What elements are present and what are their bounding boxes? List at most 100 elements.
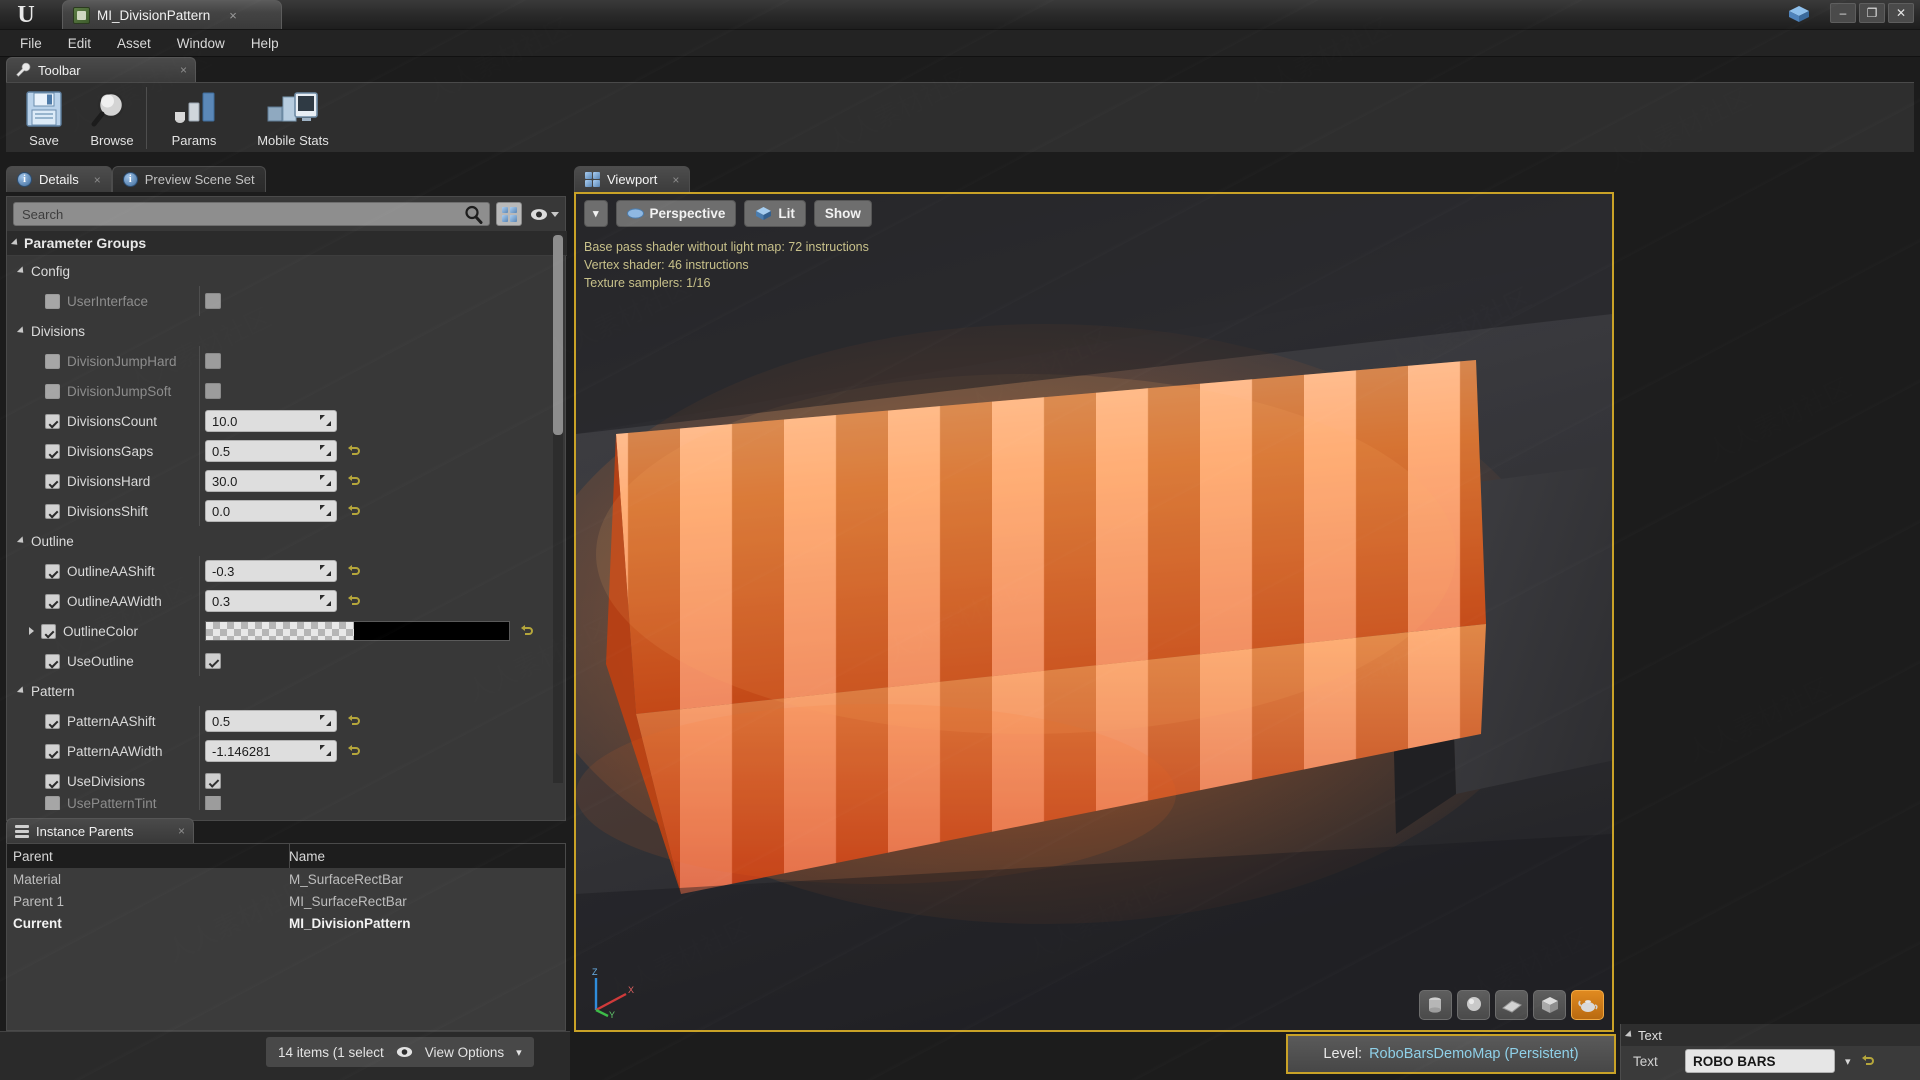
param-row-userinterface[interactable]: UserInterface <box>7 286 567 316</box>
teapot-preview-button[interactable] <box>1571 990 1604 1020</box>
param-value-checkbox[interactable] <box>205 796 221 810</box>
param-number-input[interactable]: 10.0 <box>205 410 337 432</box>
close-icon[interactable]: × <box>180 63 187 77</box>
browse-button[interactable]: Browse <box>78 83 146 151</box>
param-enable-checkbox[interactable] <box>45 594 60 609</box>
drag-handle-icon[interactable] <box>320 565 331 576</box>
param-row-divisionsshift[interactable]: DivisionsShift 0.0 <box>7 496 567 526</box>
plane-preview-button[interactable] <box>1495 990 1528 1020</box>
text-group-header[interactable]: Text <box>1621 1024 1920 1046</box>
params-button[interactable]: Params <box>154 83 234 151</box>
revert-icon[interactable] <box>347 474 360 488</box>
table-row[interactable]: Material M_SurfaceRectBar <box>7 868 565 890</box>
color-swatch[interactable] <box>205 621 510 641</box>
param-enable-checkbox[interactable] <box>45 474 60 489</box>
parameter-groups-header[interactable]: Parameter Groups <box>7 231 567 256</box>
drag-handle-icon[interactable] <box>320 445 331 456</box>
view-options-button[interactable] <box>528 208 561 221</box>
param-enable-checkbox[interactable] <box>45 384 60 399</box>
text-combo-input[interactable]: ROBO BARS <box>1685 1049 1835 1073</box>
viewport-options-menu-button[interactable]: ▾ <box>584 200 608 227</box>
revert-icon[interactable] <box>520 624 533 638</box>
param-row-outlineaashift[interactable]: OutlineAAShift -0.3 <box>7 556 567 586</box>
shading-mode-lit-button[interactable]: Lit <box>744 200 806 227</box>
param-row-outlineaawidth[interactable]: OutlineAAWidth 0.3 <box>7 586 567 616</box>
search-input[interactable]: Search <box>13 202 490 226</box>
sphere-preview-button[interactable] <box>1457 990 1490 1020</box>
param-row-divisionshard[interactable]: DivisionsHard 30.0 <box>7 466 567 496</box>
minimize-button[interactable]: – <box>1830 3 1856 23</box>
menu-item-asset[interactable]: Asset <box>105 32 163 55</box>
group-header-outline[interactable]: Outline <box>7 526 567 556</box>
param-number-input[interactable]: -0.3 <box>205 560 337 582</box>
param-number-input[interactable]: 0.5 <box>205 710 337 732</box>
menu-item-help[interactable]: Help <box>239 32 291 55</box>
tab-preview-scene-settings[interactable]: i Preview Scene Set <box>112 166 266 192</box>
param-enable-checkbox[interactable] <box>45 354 60 369</box>
param-number-input[interactable]: 0.3 <box>205 590 337 612</box>
chevron-down-icon[interactable]: ▾ <box>1845 1055 1851 1068</box>
param-row-divisionscount[interactable]: DivisionsCount 10.0 <box>7 406 567 436</box>
close-icon[interactable]: × <box>672 173 679 187</box>
chevron-down-icon[interactable]: ▾ <box>516 1046 522 1059</box>
param-enable-checkbox[interactable] <box>45 796 60 810</box>
text-property-row[interactable]: Text ROBO BARS ▾ <box>1621 1046 1920 1076</box>
revert-icon[interactable] <box>347 444 360 458</box>
revert-icon[interactable] <box>347 714 360 728</box>
table-row[interactable]: Current MI_DivisionPattern <box>7 912 565 934</box>
instance-parents-tab[interactable]: Instance Parents × <box>6 818 194 843</box>
menu-item-edit[interactable]: Edit <box>56 32 103 55</box>
close-button[interactable]: ✕ <box>1888 3 1914 23</box>
param-row-usepatterntint[interactable]: UsePatternTint <box>7 796 567 810</box>
group-header-divisions[interactable]: Divisions <box>7 316 567 346</box>
param-number-input[interactable]: 30.0 <box>205 470 337 492</box>
param-row-divisionsgaps[interactable]: DivisionsGaps 0.5 <box>7 436 567 466</box>
mobile-stats-button[interactable]: Mobile Stats <box>234 83 352 151</box>
close-icon[interactable]: × <box>229 8 237 23</box>
close-icon[interactable]: × <box>178 824 185 838</box>
drag-handle-icon[interactable] <box>320 715 331 726</box>
param-enable-checkbox[interactable] <box>45 654 60 669</box>
param-enable-checkbox[interactable] <box>45 744 60 759</box>
param-enable-checkbox[interactable] <box>45 294 60 309</box>
save-button[interactable]: Save <box>10 83 78 151</box>
param-value-checkbox[interactable] <box>205 653 221 669</box>
drag-handle-icon[interactable] <box>320 745 331 756</box>
drag-handle-icon[interactable] <box>320 595 331 606</box>
param-row-usedivisions[interactable]: UseDivisions <box>7 766 567 796</box>
revert-icon[interactable] <box>347 744 360 758</box>
view-options-label[interactable]: View Options <box>425 1045 504 1060</box>
cylinder-preview-button[interactable] <box>1419 990 1452 1020</box>
cube-preview-button[interactable] <box>1533 990 1566 1020</box>
document-tab-mi-divisionpattern[interactable]: MI_DivisionPattern × <box>62 0 282 29</box>
param-enable-checkbox[interactable] <box>45 774 60 789</box>
param-enable-checkbox[interactable] <box>45 504 60 519</box>
param-row-divisionjumphard[interactable]: DivisionJumpHard <box>7 346 567 376</box>
toolbar-panel-tab[interactable]: Toolbar × <box>6 57 196 82</box>
viewport-3d-scene[interactable] <box>576 194 1612 1030</box>
show-all-params-button[interactable] <box>496 202 522 226</box>
param-row-useoutline[interactable]: UseOutline <box>7 646 567 676</box>
drag-handle-icon[interactable] <box>320 475 331 486</box>
revert-icon[interactable] <box>1861 1054 1874 1068</box>
table-row[interactable]: Parent 1 MI_SurfaceRectBar <box>7 890 565 912</box>
param-value-checkbox[interactable] <box>205 773 221 789</box>
tab-viewport[interactable]: Viewport × <box>574 166 690 192</box>
viewport-panel[interactable]: ▾ Perspective Lit Show Base pa <box>574 192 1614 1032</box>
param-row-outlinecolor[interactable]: OutlineColor <box>7 616 567 646</box>
param-enable-checkbox[interactable] <box>41 624 56 639</box>
param-number-input[interactable]: 0.5 <box>205 440 337 462</box>
close-icon[interactable]: × <box>94 173 101 187</box>
menu-item-window[interactable]: Window <box>165 32 237 55</box>
drag-handle-icon[interactable] <box>320 415 331 426</box>
param-enable-checkbox[interactable] <box>45 414 60 429</box>
param-value-checkbox[interactable] <box>205 383 221 399</box>
details-scrollbar-thumb[interactable] <box>553 235 563 435</box>
param-enable-checkbox[interactable] <box>45 564 60 579</box>
param-value-checkbox[interactable] <box>205 293 221 309</box>
group-header-config[interactable]: Config <box>7 256 567 286</box>
show-flags-button[interactable]: Show <box>814 200 872 227</box>
level-status-bar[interactable]: Level: RoboBarsDemoMap (Persistent) <box>1286 1034 1616 1074</box>
param-row-patternaashift[interactable]: PatternAAShift 0.5 <box>7 706 567 736</box>
param-enable-checkbox[interactable] <box>45 714 60 729</box>
